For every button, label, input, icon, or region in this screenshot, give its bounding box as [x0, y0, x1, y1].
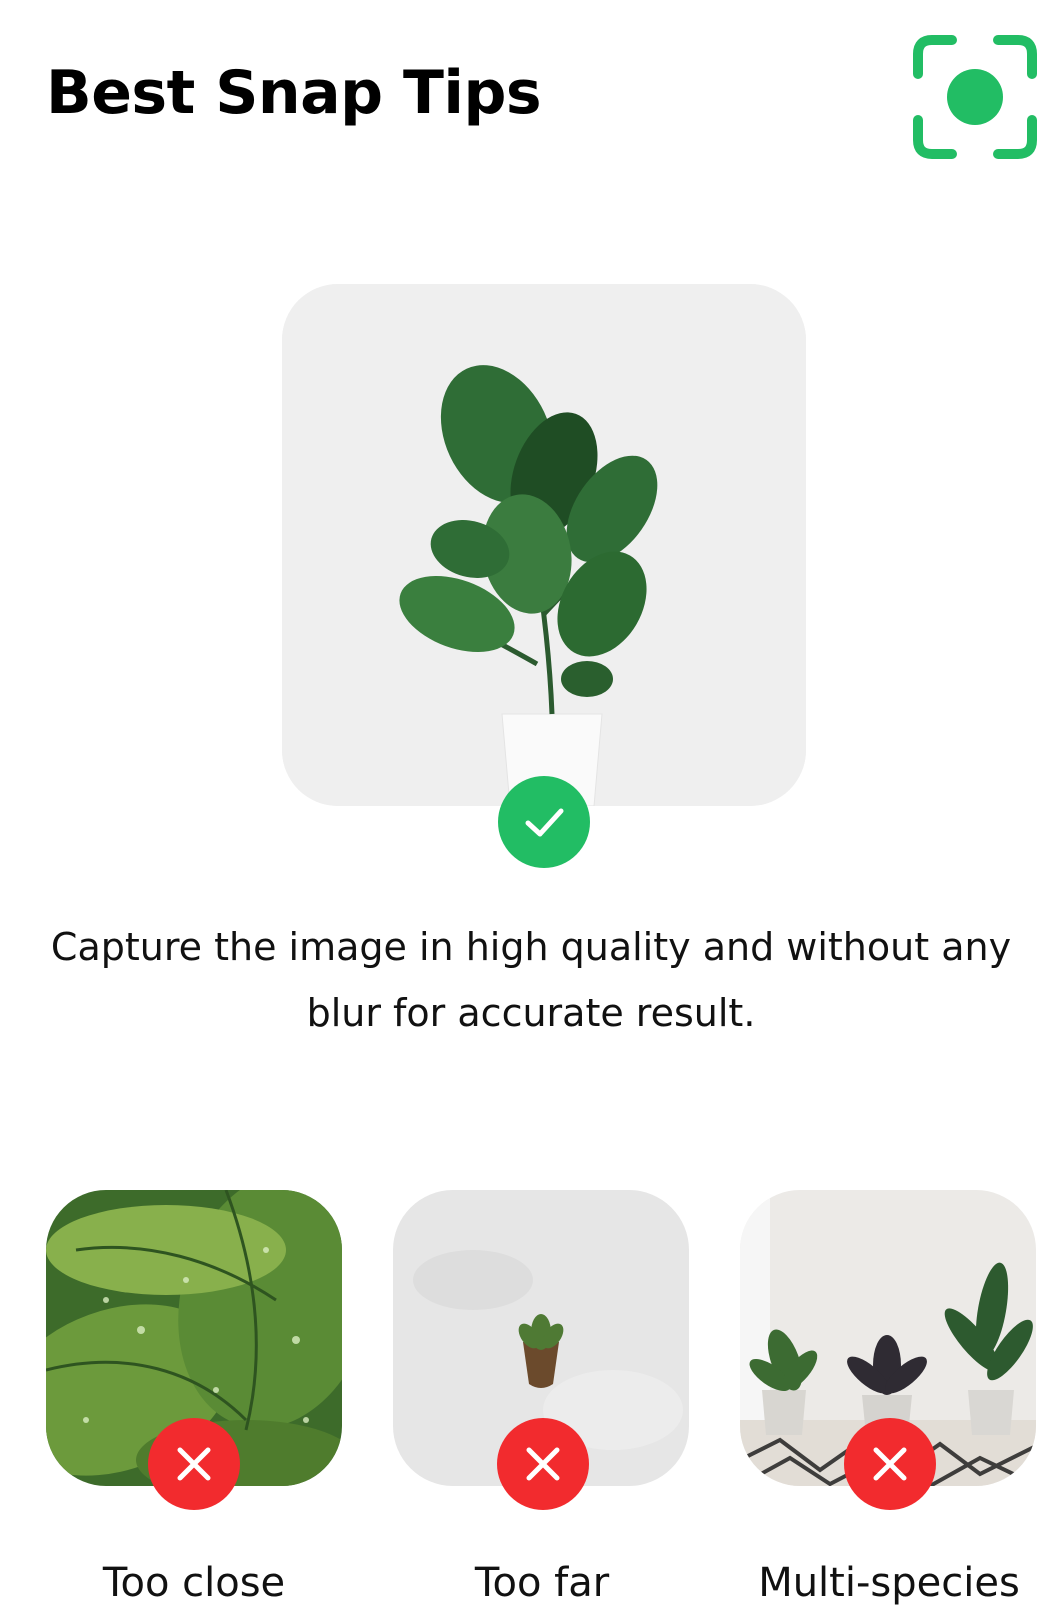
- cross-icon: [873, 1447, 907, 1481]
- checkmark-badge: [498, 776, 590, 868]
- too-far-cross-badge: [497, 1418, 589, 1510]
- multi-species-label: Multi-species: [758, 1560, 1020, 1606]
- too-close-label: Too close: [102, 1560, 286, 1606]
- camera-scan-button[interactable]: [910, 32, 1040, 162]
- page-title: Best Snap Tips: [46, 58, 542, 128]
- too-close-cross-badge: [148, 1418, 240, 1510]
- good-example-image: [282, 284, 806, 806]
- checkmark-icon: [525, 808, 564, 837]
- tip-description: Capture the image in high quality and wi…: [50, 925, 1012, 1035]
- cross-icon: [177, 1447, 211, 1481]
- camera-scan-icon: [913, 35, 1037, 159]
- multi-species-cross-badge: [844, 1418, 936, 1510]
- too-far-label: Too far: [474, 1560, 610, 1606]
- cross-icon: [526, 1447, 560, 1481]
